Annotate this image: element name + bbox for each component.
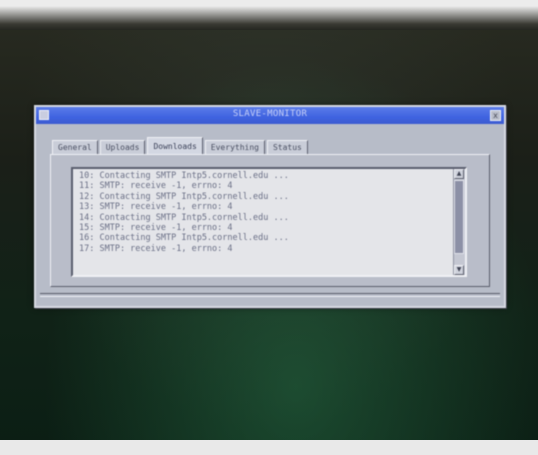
tab-general[interactable]: General xyxy=(52,140,98,155)
tab-strip: General Uploads Downloads Everything Sta… xyxy=(52,135,308,155)
tab-page: 10: Contacting SMTP Intp5.cornell.edu ..… xyxy=(50,154,490,287)
window-bottom-groove xyxy=(40,293,500,297)
scroll-up-button[interactable]: ▲ xyxy=(454,169,464,179)
tab-downloads[interactable]: Downloads xyxy=(147,137,203,155)
log-line: 17: SMTP: receive -1, errno: 4 xyxy=(79,243,233,254)
log-textbox[interactable]: 10: Contacting SMTP Intp5.cornell.edu ..… xyxy=(71,167,467,277)
tab-uploads[interactable]: Uploads xyxy=(99,140,146,155)
log-line: 14: Contacting SMTP Intp5.cornell.edu ..… xyxy=(79,212,289,223)
log-line: 16: Contacting SMTP Intp5.cornell.edu ..… xyxy=(79,233,289,244)
tab-everything[interactable]: Everything xyxy=(204,140,265,155)
tab-status[interactable]: Status xyxy=(266,140,308,155)
slave-monitor-window: SLAVE-MONITOR x General Uploads Download… xyxy=(34,105,506,308)
scroll-thumb[interactable] xyxy=(454,180,464,254)
log-line: 10: Contacting SMTP Intp5.cornell.edu ..… xyxy=(79,171,289,181)
photo-bottom-edge xyxy=(0,440,538,455)
window-title: SLAVE-MONITOR xyxy=(232,109,308,119)
close-button[interactable]: x xyxy=(490,110,501,121)
log-line: 13: SMTP: receive -1, errno: 4 xyxy=(79,202,233,213)
log-lines: 10: Contacting SMTP Intp5.cornell.edu ..… xyxy=(79,171,451,254)
vertical-scrollbar[interactable]: ▲ ▼ xyxy=(453,169,465,275)
scroll-down-button[interactable]: ▼ xyxy=(454,265,464,275)
title-bar[interactable]: SLAVE-MONITOR x xyxy=(36,107,504,124)
log-line: 12: Contacting SMTP Intp5.cornell.edu ..… xyxy=(79,191,289,202)
monitor-top-bezel xyxy=(0,0,538,30)
log-line: 15: SMTP: receive -1, errno: 4 xyxy=(79,222,233,233)
log-line: 11: SMTP: receive -1, errno: 4 xyxy=(79,181,233,192)
